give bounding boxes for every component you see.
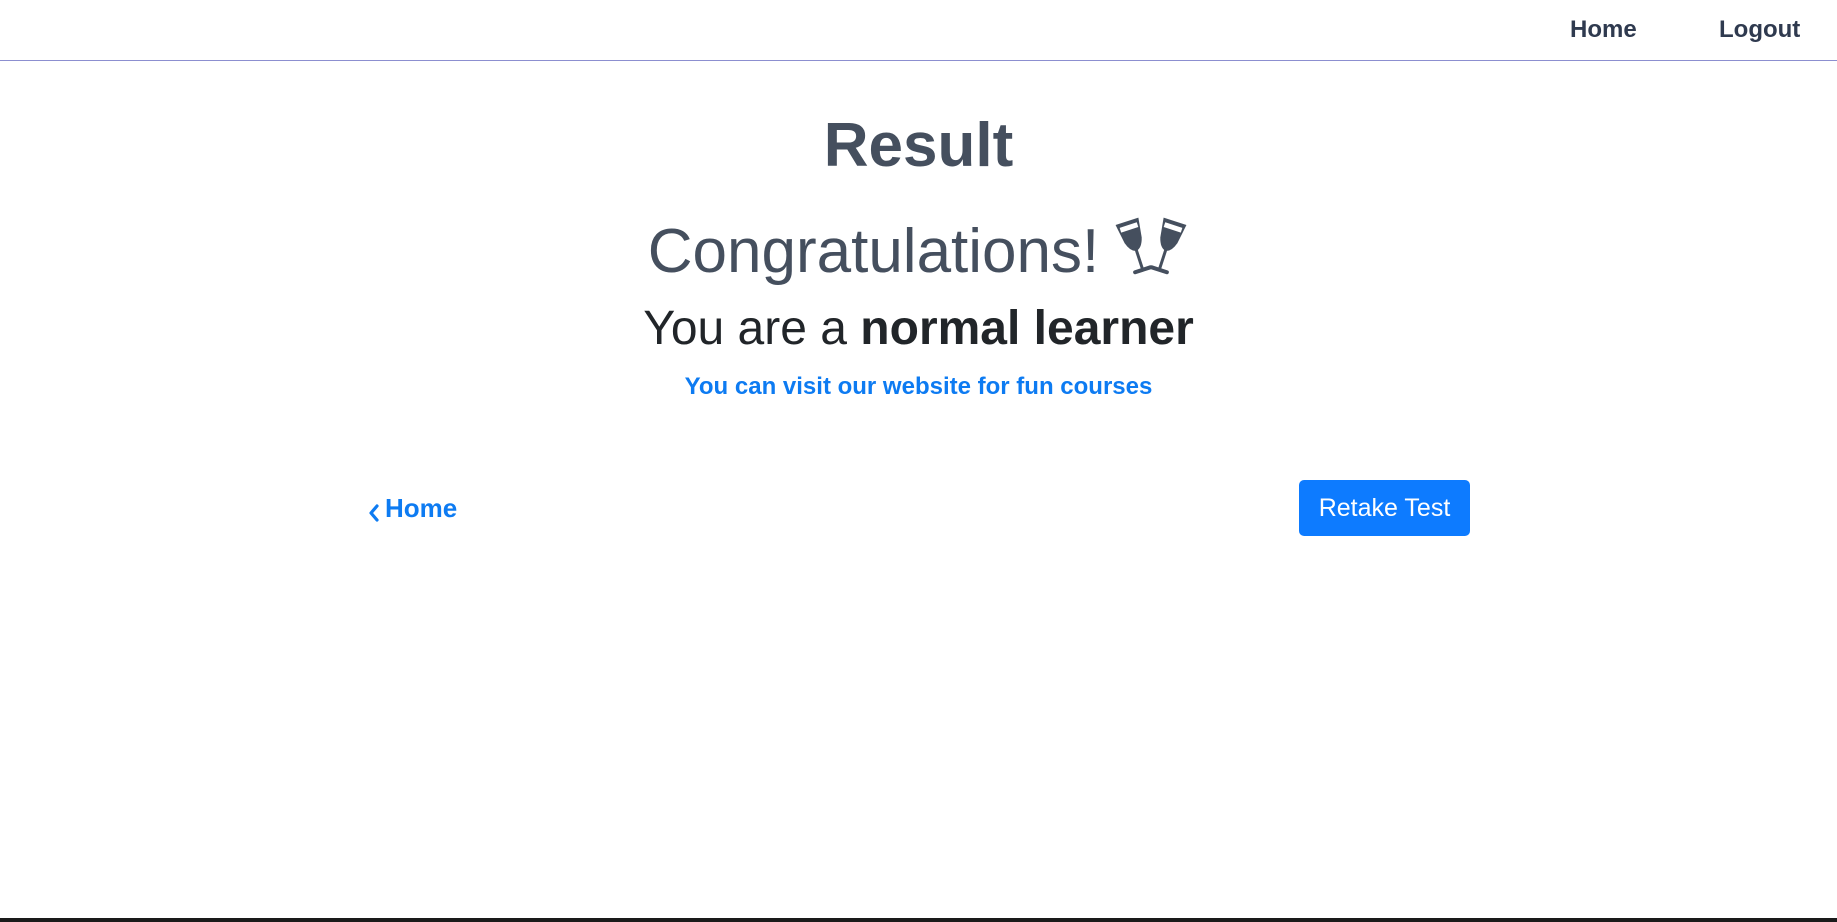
nav-home-link[interactable]: Home xyxy=(1570,15,1637,45)
back-home-link[interactable]: Home xyxy=(367,492,457,524)
chevron-left-icon xyxy=(367,498,381,522)
cheers-icon xyxy=(1113,216,1189,298)
page-title: Result xyxy=(823,111,1014,180)
congrats-text: Congratulations! xyxy=(647,217,1100,286)
congrats-heading: Congratulations! xyxy=(0,214,1837,298)
learner-type: normal learner xyxy=(860,302,1194,355)
bottom-divider xyxy=(0,918,1837,922)
learner-type-text: You are a normal learner xyxy=(0,300,1837,358)
learner-prefix: You are a xyxy=(643,302,861,355)
top-navbar: Home Logout xyxy=(0,0,1837,61)
nav-logout-link[interactable]: Logout xyxy=(1719,15,1800,45)
back-home-label: Home xyxy=(385,493,458,523)
visit-website-link[interactable]: You can visit our website for fun course… xyxy=(0,372,1837,402)
retake-test-button[interactable]: Retake Test xyxy=(1299,480,1470,536)
